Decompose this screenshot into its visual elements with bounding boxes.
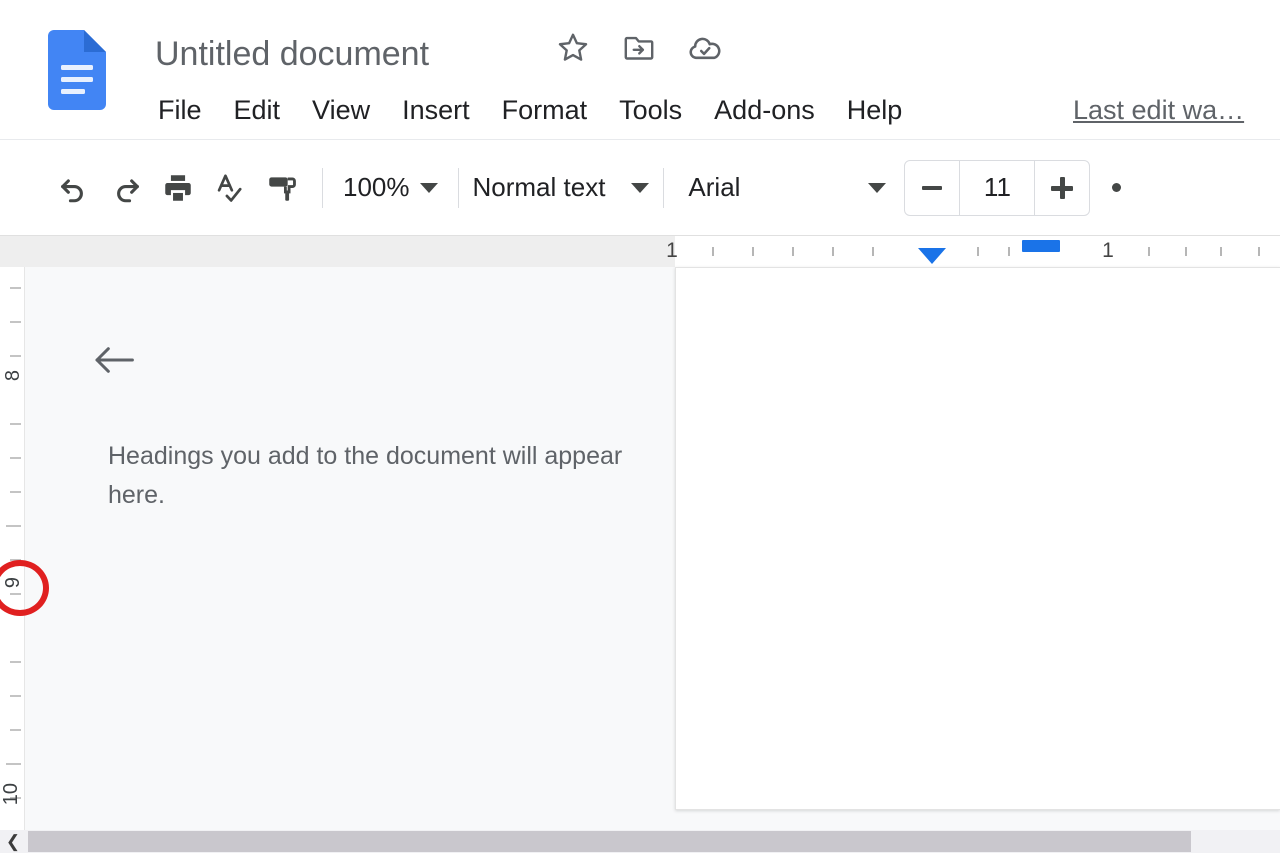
- font-size-decrease-button[interactable]: [905, 161, 959, 215]
- ruler-tick: [10, 355, 21, 357]
- docs-file-icon[interactable]: [48, 30, 106, 110]
- menu-item-file[interactable]: File: [152, 88, 218, 132]
- font-family-dropdown[interactable]: Arial: [678, 172, 886, 203]
- ruler-number-8: 8: [2, 370, 25, 381]
- ruler-tick: [792, 247, 794, 256]
- chevron-down-icon[interactable]: [868, 183, 886, 193]
- ruler-tick: [10, 457, 21, 459]
- menu-item-format[interactable]: Format: [486, 88, 604, 132]
- ruler-tick: [1258, 247, 1260, 256]
- ruler-tick: [712, 247, 714, 256]
- ruler-tick: [1008, 247, 1010, 256]
- menu-item-tools[interactable]: Tools: [603, 88, 698, 132]
- toolbar-separator: [458, 168, 459, 208]
- menu-item-edit[interactable]: Edit: [218, 88, 297, 132]
- outline-empty-message: Headings you add to the document will ap…: [108, 437, 628, 515]
- page-title[interactable]: Untitled document: [155, 35, 429, 74]
- first-line-indent-rect[interactable]: [1022, 240, 1060, 252]
- ruler-tick: [10, 729, 21, 731]
- paragraph-style-value: Normal text: [473, 172, 606, 203]
- minus-icon: [922, 186, 942, 190]
- title-action-icons: [553, 28, 725, 68]
- ruler-tick: [10, 559, 21, 561]
- ruler-tick: [1185, 247, 1187, 256]
- font-size-value[interactable]: 11: [959, 161, 1035, 215]
- arrow-left-icon[interactable]: [81, 335, 147, 385]
- ruler-tick: [10, 593, 21, 595]
- ruler-tick: [10, 491, 21, 493]
- chevron-left-icon[interactable]: ❮: [3, 832, 23, 852]
- ruler-number: 1: [666, 239, 678, 263]
- ruler-tick: [10, 661, 21, 663]
- document-outline-panel: Headings you add to the document will ap…: [26, 267, 675, 830]
- toolbar-separator: [663, 168, 664, 208]
- undo-icon[interactable]: [48, 162, 100, 214]
- print-icon[interactable]: [152, 162, 204, 214]
- ruler-tick: [977, 247, 979, 256]
- left-indent-triangle[interactable]: [918, 248, 946, 264]
- ruler-number-9: 9: [2, 577, 25, 588]
- ruler-tick: [872, 247, 874, 256]
- ruler-tick: [752, 247, 754, 256]
- scrollbar-thumb[interactable]: [28, 831, 1191, 852]
- document-page[interactable]: [675, 267, 1280, 810]
- ruler-tick: [6, 525, 21, 527]
- ruler-number-10: 10: [0, 783, 23, 805]
- paragraph-style-dropdown[interactable]: Normal text: [473, 172, 650, 203]
- ruler-tick: [10, 695, 21, 697]
- menu-bar: File Edit View Insert Format Tools Add-o…: [152, 88, 918, 132]
- zoom-control[interactable]: 100%: [337, 172, 444, 203]
- vertical-ruler[interactable]: 8 9 10: [0, 267, 25, 830]
- bold-icon[interactable]: [1112, 183, 1121, 192]
- formatting-toolbar: 100% Normal text Arial 11: [0, 140, 1280, 235]
- zoom-value: 100%: [343, 172, 410, 203]
- menu-item-view[interactable]: View: [296, 88, 386, 132]
- star-icon[interactable]: [553, 28, 593, 68]
- redo-icon[interactable]: [100, 162, 152, 214]
- ruler-tick: [1220, 247, 1222, 256]
- ruler-tick: [10, 321, 21, 323]
- cloud-saved-icon[interactable]: [685, 28, 725, 68]
- toolbar-separator: [322, 168, 323, 208]
- ruler-tick: [6, 763, 21, 765]
- ruler-tick: [832, 247, 834, 256]
- workspace: 8 9 10 Headings you add to the document …: [0, 267, 1280, 830]
- font-family-value: Arial: [688, 172, 740, 203]
- paint-format-icon[interactable]: [256, 162, 308, 214]
- last-edit-status[interactable]: Last edit wa…: [1073, 88, 1244, 132]
- ruler-number: 1: [1102, 239, 1114, 263]
- horizontal-scrollbar[interactable]: ❮: [0, 830, 1280, 853]
- plus-icon: [1051, 177, 1073, 199]
- menu-item-add-ons[interactable]: Add-ons: [698, 88, 831, 132]
- font-size-stepper: 11: [904, 160, 1090, 216]
- move-to-folder-icon[interactable]: [619, 28, 659, 68]
- ruler-tick: [10, 287, 21, 289]
- menu-item-help[interactable]: Help: [831, 88, 919, 132]
- menu-item-insert[interactable]: Insert: [386, 88, 486, 132]
- chevron-down-icon[interactable]: [420, 183, 438, 193]
- spelling-check-icon[interactable]: [204, 162, 256, 214]
- chevron-down-icon[interactable]: [631, 183, 649, 193]
- top-bar: Untitled document: [0, 0, 1280, 140]
- ruler-tick: [10, 423, 21, 425]
- horizontal-ruler[interactable]: 1 1: [0, 236, 1280, 267]
- document-title-row: Untitled document: [155, 26, 429, 82]
- ruler-tick: [1148, 247, 1150, 256]
- google-docs-window: Untitled document: [0, 0, 1280, 853]
- font-size-increase-button[interactable]: [1035, 161, 1089, 215]
